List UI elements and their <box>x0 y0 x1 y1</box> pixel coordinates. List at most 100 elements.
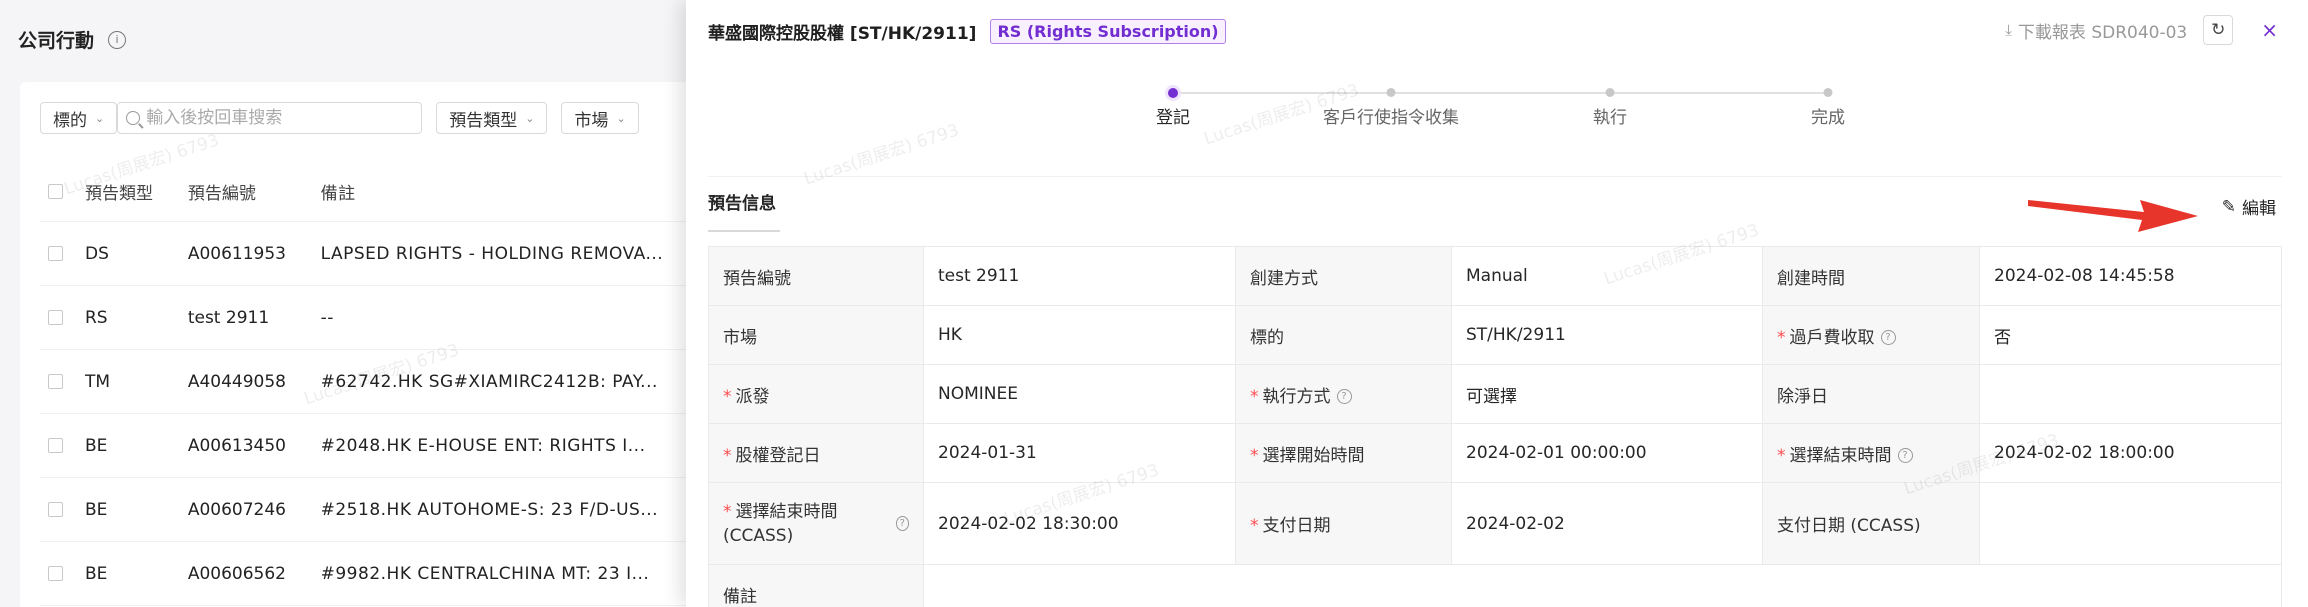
field-label: * 執行方式? <box>1235 364 1452 424</box>
detail-row: 備註 <box>708 564 2282 607</box>
field-value: 2024-02-01 00:00:00 <box>1451 423 1763 483</box>
help-icon[interactable]: ? <box>1336 389 1352 404</box>
field-value: 2024-02-02 18:00:00 <box>1979 423 2282 483</box>
search-input[interactable] <box>146 108 407 128</box>
table-row[interactable]: DS A00611953 LAPSED RIGHTS - HOLDING REM… <box>40 222 720 286</box>
field-label: * 選擇結束時間 (CCASS) ? <box>708 482 924 565</box>
detail-row: * 派發 NOMINEE * 執行方式? 可選擇 除淨日 <box>708 364 2282 424</box>
required-mark: * <box>723 386 732 407</box>
step-dot-complete <box>1823 88 1833 97</box>
detail-row: * 股權登記日 2024-01-31 * 選擇開始時間 2024-02-01 00:… <box>708 423 2282 483</box>
field-label: 支付日期 (CCASS) <box>1762 482 1980 565</box>
field-label: * 支付日期 <box>1235 482 1452 565</box>
section-divider <box>708 176 2282 177</box>
download-icon: ⤓ <box>2005 21 2012 39</box>
table-row[interactable]: BE A00606562 #9982.HK CENTRALCHINA MT: 2… <box>40 542 720 606</box>
refresh-button[interactable]: ↻ <box>2203 15 2234 45</box>
announcement-table: 預告類型 預告編號 備註 DS A00611953 LAPSED RIGHTS … <box>40 162 720 606</box>
field-label: 預告編號 <box>708 246 924 306</box>
field-value: HK <box>923 305 1236 365</box>
required-mark: * <box>1250 386 1259 407</box>
announcement-type-tag: RS (Rights Subscription) <box>990 18 1226 44</box>
chevron-down-icon: ⌄ <box>95 111 105 125</box>
drawer-title: 華盛國際控股股權 [ST/HK/2911] <box>708 23 977 44</box>
close-icon[interactable]: × <box>2261 18 2278 42</box>
search-icon <box>126 111 141 125</box>
chevron-down-icon: ⌄ <box>616 111 626 125</box>
required-mark: * <box>1250 445 1259 466</box>
step-dot-collect <box>1386 88 1396 97</box>
row-checkbox[interactable] <box>48 374 63 389</box>
step-complete[interactable]: 完成 <box>1811 106 1845 130</box>
select-all-checkbox[interactable] <box>48 184 63 199</box>
column-header-type[interactable]: 預告類型 <box>85 179 188 204</box>
steps-connector <box>1173 92 1828 94</box>
row-checkbox[interactable] <box>48 438 63 453</box>
field-label: 創建時間 <box>1762 246 1980 306</box>
step-execute[interactable]: 執行 <box>1593 106 1627 130</box>
table-header: 預告類型 預告編號 備註 <box>40 162 720 222</box>
detail-table: 預告編號 test 2911 創建方式 Manual 創建時間 2024-02-… <box>708 246 2282 607</box>
edit-button[interactable]: ✎ 編輯 <box>2221 194 2276 220</box>
info-icon[interactable]: i <box>108 30 127 49</box>
search-input-wrapper[interactable] <box>117 102 423 134</box>
table-row[interactable]: TM A40449058 #62742.HK SG#XIAMIRC2412B: … <box>40 350 720 414</box>
detail-row: * 選擇結束時間 (CCASS) ? 2024-02-02 18:30:00 * 支… <box>708 482 2282 565</box>
list-card: 標的⌄ 預告類型⌄ 市場⌄ 預告類型 預告編號 備註 DS <box>20 82 720 607</box>
required-mark: * <box>1777 327 1786 348</box>
table-row[interactable]: RS test 2911 -- <box>40 286 720 350</box>
header-actions: ⤓ 下載報表 SDR040-03 ↻ × <box>2005 15 2278 45</box>
field-label: * 選擇結束時間? <box>1762 423 1980 483</box>
row-checkbox[interactable] <box>48 502 63 517</box>
field-value: 2024-02-08 14:45:58 <box>1979 246 2282 306</box>
refresh-icon: ↻ <box>2211 20 2226 40</box>
field-label: * 過戶費收取? <box>1762 305 1980 365</box>
drawer-header: 華盛國際控股股權 [ST/HK/2911] RS (Rights Subscri… <box>686 0 2308 62</box>
field-label: 除淨日 <box>1762 364 1980 424</box>
field-label: 標的 <box>1235 305 1452 365</box>
field-value <box>923 564 2282 607</box>
step-register[interactable]: 登記 <box>1156 106 1190 130</box>
required-mark: * <box>1777 445 1786 466</box>
field-value: 2024-02-02 18:30:00 <box>923 482 1236 565</box>
field-value: 2024-01-31 <box>923 423 1236 483</box>
field-value: test 2911 <box>923 246 1236 306</box>
field-value <box>1979 364 2282 424</box>
row-checkbox[interactable] <box>48 246 63 261</box>
field-label: * 股權登記日 <box>708 423 924 483</box>
table-row[interactable]: BE A00613450 #2048.HK E-HOUSE ENT: RIGHT… <box>40 414 720 478</box>
announcement-type-select[interactable]: 預告類型 ⌄ <box>436 102 548 134</box>
step-dot-execute <box>1605 88 1615 97</box>
required-mark: * <box>723 501 732 522</box>
step-collect[interactable]: 客戶行使指令收集 <box>1321 106 1461 130</box>
market-select[interactable]: 市場 ⌄ <box>561 102 639 134</box>
field-value: 2024-02-02 <box>1451 482 1763 565</box>
download-report-link[interactable]: ⤓ 下載報表 SDR040-03 <box>2005 18 2187 43</box>
detail-drawer: 華盛國際控股股權 [ST/HK/2911] RS (Rights Subscri… <box>686 0 2308 607</box>
filter-row: 標的⌄ 預告類型⌄ 市場⌄ <box>40 102 639 134</box>
help-icon[interactable]: ? <box>1880 330 1896 345</box>
field-label: * 選擇開始時間 <box>1235 423 1452 483</box>
field-label: 備註 <box>708 564 924 607</box>
column-header-note[interactable]: 備註 <box>321 179 720 204</box>
field-label: * 派發 <box>708 364 924 424</box>
background-page: 公司行動 i 標的⌄ 預告類型⌄ 市場⌄ 預告類型 預告編號 備註 <box>0 0 720 607</box>
step-dot-register <box>1168 88 1178 98</box>
edit-pencil-icon: ✎ <box>2221 196 2236 217</box>
help-icon[interactable]: ? <box>1897 448 1913 463</box>
underlying-select[interactable]: 標的 ⌄ <box>40 102 118 134</box>
section-title[interactable]: 預告信息 <box>708 189 780 232</box>
field-value: NOMINEE <box>923 364 1236 424</box>
required-mark: * <box>1250 516 1259 536</box>
table-row[interactable]: BE A00607246 #2518.HK AUTOHOME-S: 23 F/D… <box>40 478 720 542</box>
field-value <box>1979 482 2282 565</box>
progress-steps: 登記 客戶行使指令收集 執行 完成 <box>686 84 2308 164</box>
help-icon[interactable]: ? <box>895 516 909 531</box>
detail-row: 預告編號 test 2911 創建方式 Manual 創建時間 2024-02-… <box>708 246 2282 306</box>
field-value: ST/HK/2911 <box>1451 305 1763 365</box>
row-checkbox[interactable] <box>48 566 63 581</box>
chevron-down-icon: ⌄ <box>525 111 535 125</box>
column-header-code[interactable]: 預告編號 <box>188 179 321 204</box>
field-value: Manual <box>1451 246 1763 306</box>
row-checkbox[interactable] <box>48 310 63 325</box>
